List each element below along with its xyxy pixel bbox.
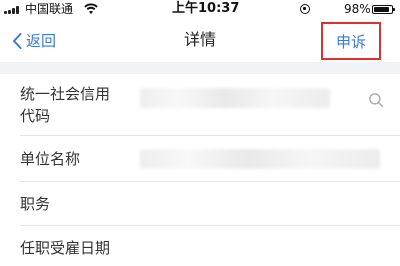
clock-time: 上午10:37 bbox=[172, 1, 240, 16]
row-employer-name: 单位名称 bbox=[0, 136, 400, 182]
credit-code-label-line2: 代码 bbox=[20, 107, 51, 125]
appeal-label: 申诉 bbox=[335, 32, 366, 51]
section-gap bbox=[0, 62, 400, 74]
navigation-bar: 返回 详情 申诉 bbox=[0, 20, 400, 62]
status-bar: 中国联通 上午10:37 98% bbox=[0, 0, 400, 20]
credit-code-label: 统一社会信用 代码 bbox=[20, 83, 110, 127]
row-employment-date: 任职受雇日期 bbox=[0, 226, 400, 266]
employer-name-label: 单位名称 bbox=[20, 150, 81, 168]
row-position: 职务 bbox=[0, 182, 400, 226]
credit-code-label-line1: 统一社会信用 bbox=[20, 85, 111, 103]
battery-icon bbox=[372, 5, 395, 14]
position-label: 职务 bbox=[20, 195, 51, 213]
wifi-icon bbox=[84, 3, 98, 14]
row-credit-code: 统一社会信用 代码 bbox=[0, 74, 400, 136]
orientation-lock-icon bbox=[300, 4, 310, 14]
search-icon[interactable] bbox=[368, 92, 384, 108]
credit-code-value-redacted bbox=[140, 88, 330, 108]
carrier-name: 中国联通 bbox=[25, 2, 74, 16]
signal-icon bbox=[4, 6, 22, 14]
employer-name-value-redacted bbox=[140, 149, 380, 169]
battery-percentage: 98% bbox=[344, 2, 371, 16]
appeal-button[interactable]: 申诉 bbox=[321, 22, 381, 60]
employment-date-label: 任职受雇日期 bbox=[20, 239, 111, 257]
